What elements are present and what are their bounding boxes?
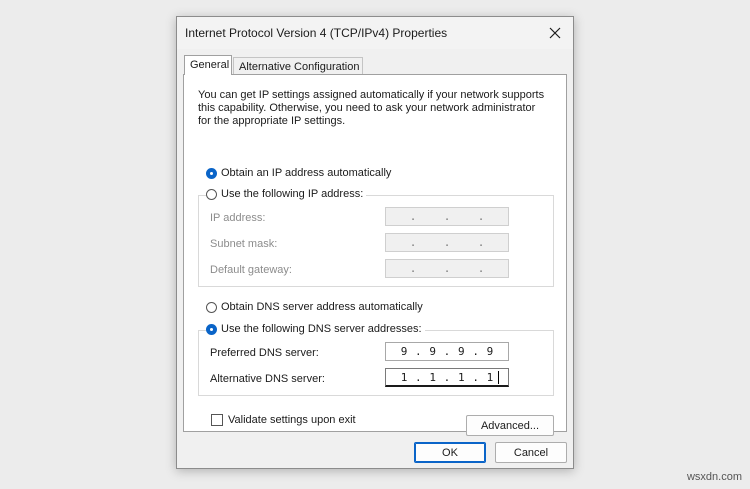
validate-label: Validate settings upon exit [228,414,356,426]
close-icon [549,27,561,39]
preferred-dns-input[interactable]: 9. 9. 9. 9 [385,342,509,361]
default-gateway-label: Default gateway: [210,264,292,276]
tab-general[interactable]: General [184,55,232,75]
ip-auto-option[interactable]: Obtain an IP address automatically [206,167,395,179]
alternative-dns-input[interactable]: 1. 1. 1. 1 [385,368,509,387]
preferred-dns-label: Preferred DNS server: [210,347,319,359]
subnet-mask-label: Subnet mask: [210,238,278,250]
dns-auto-option[interactable]: Obtain DNS server address automatically [206,301,426,313]
advanced-button[interactable]: Advanced... [466,415,554,436]
title-bar[interactable]: Internet Protocol Version 4 (TCP/IPv4) P… [177,17,573,49]
default-gateway-input: ... [385,259,509,278]
dns-manual-option[interactable]: Use the following DNS server addresses: [206,323,425,335]
ip-manual-label: Use the following IP address: [221,188,364,200]
text-caret [498,371,499,384]
validate-checkbox[interactable] [211,414,223,426]
ip-auto-label: Obtain an IP address automatically [221,167,392,179]
close-button[interactable] [545,23,565,43]
dialog-title: Internet Protocol Version 4 (TCP/IPv4) P… [185,26,448,40]
validate-option[interactable]: Validate settings upon exit [211,414,356,426]
tab-alternative-configuration[interactable]: Alternative Configuration [233,57,363,75]
description-text: You can get IP settings assigned automat… [198,89,545,127]
alternative-dns-label: Alternative DNS server: [210,373,325,385]
dns-auto-radio[interactable] [206,301,217,313]
tcpip-properties-dialog: Internet Protocol Version 4 (TCP/IPv4) P… [176,16,574,469]
cancel-button[interactable]: Cancel [495,442,567,463]
ok-button[interactable]: OK [414,442,486,463]
dns-manual-label: Use the following DNS server addresses: [221,323,422,335]
general-panel: You can get IP settings assigned automat… [183,74,567,436]
dns-manual-radio[interactable] [206,323,217,335]
ip-auto-radio[interactable] [206,167,217,179]
subnet-mask-input: ... [385,233,509,252]
ip-manual-radio[interactable] [206,188,217,200]
dns-auto-label: Obtain DNS server address automatically [221,301,423,313]
ip-manual-option[interactable]: Use the following IP address: [206,188,367,200]
watermark: wsxdn.com [686,471,742,483]
ip-address-label: IP address: [210,212,266,224]
ip-address-input: ... [385,207,509,226]
